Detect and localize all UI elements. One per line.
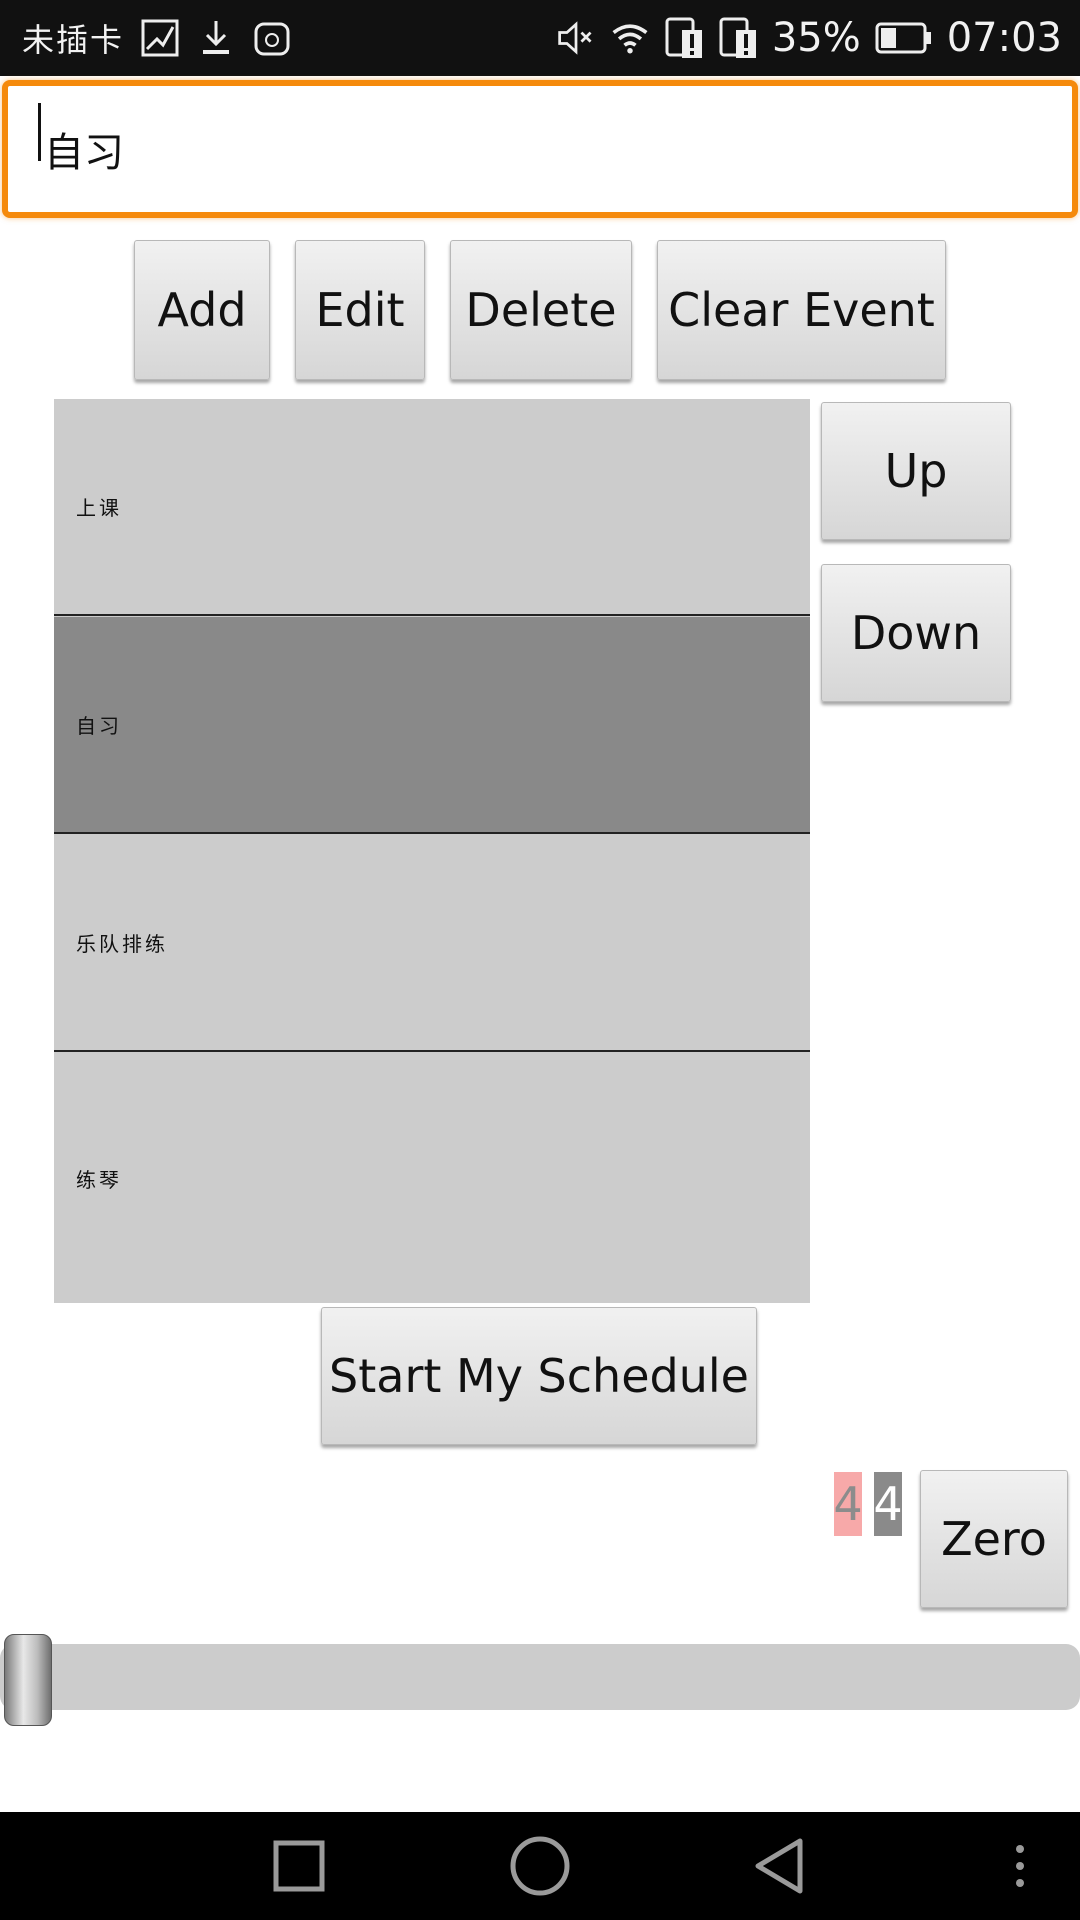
event-input[interactable] [44, 106, 1044, 192]
list-item-3[interactable]: 练琴 [54, 1053, 810, 1303]
huawei-icon [252, 18, 292, 58]
add-button[interactable]: Add [134, 240, 270, 380]
list-item-2[interactable]: 乐队排练 [54, 835, 810, 1052]
delete-button[interactable]: Delete [450, 240, 632, 380]
start-schedule-button[interactable]: Start My Schedule [321, 1307, 757, 1445]
sim1-alert-icon [664, 17, 704, 58]
list-item-label: 乐队排练 [76, 932, 168, 956]
list-item-label: 自习 [76, 714, 122, 738]
sim2-alert-icon [718, 17, 758, 58]
list-item-label: 上课 [76, 496, 122, 520]
battery-percent: 35% [771, 15, 861, 61]
recents-icon[interactable] [257, 1824, 341, 1908]
text-caret [38, 103, 41, 161]
navigation-bar [0, 1812, 1080, 1920]
battery-icon [875, 18, 933, 58]
clock: 07:03 [946, 15, 1062, 61]
counter-second: 4 [873, 1472, 903, 1536]
list-item-1[interactable]: 自习 [54, 617, 810, 834]
wifi-icon [610, 18, 650, 58]
carrier-label: 未插卡 [22, 21, 125, 59]
move-down-button[interactable]: Down [821, 564, 1011, 702]
status-bar-right: 35% 07:03 [556, 0, 1062, 76]
edit-button[interactable]: Edit [295, 240, 425, 380]
home-icon[interactable] [498, 1824, 582, 1908]
event-list[interactable]: 上课 自习 乐队排练 练琴 [54, 399, 810, 1303]
status-bar-left: 未插卡 [22, 0, 292, 76]
slider-track[interactable] [0, 1644, 1080, 1710]
download-icon [196, 18, 236, 58]
move-up-button[interactable]: Up [821, 402, 1011, 540]
image-icon [140, 18, 180, 58]
zero-button[interactable]: Zero [920, 1470, 1068, 1608]
menu-icon[interactable] [978, 1824, 1062, 1908]
list-item-label: 练琴 [76, 1167, 122, 1192]
status-bar: 未插卡 35% 07:03 [0, 0, 1080, 76]
mute-icon [556, 18, 596, 58]
back-icon[interactable] [738, 1824, 822, 1908]
event-input-container[interactable] [2, 80, 1078, 218]
list-item-0[interactable]: 上课 [54, 399, 810, 616]
counter-first: 4 [833, 1472, 863, 1536]
clear-event-button[interactable]: Clear Event [657, 240, 946, 380]
slider-thumb[interactable] [4, 1634, 52, 1726]
